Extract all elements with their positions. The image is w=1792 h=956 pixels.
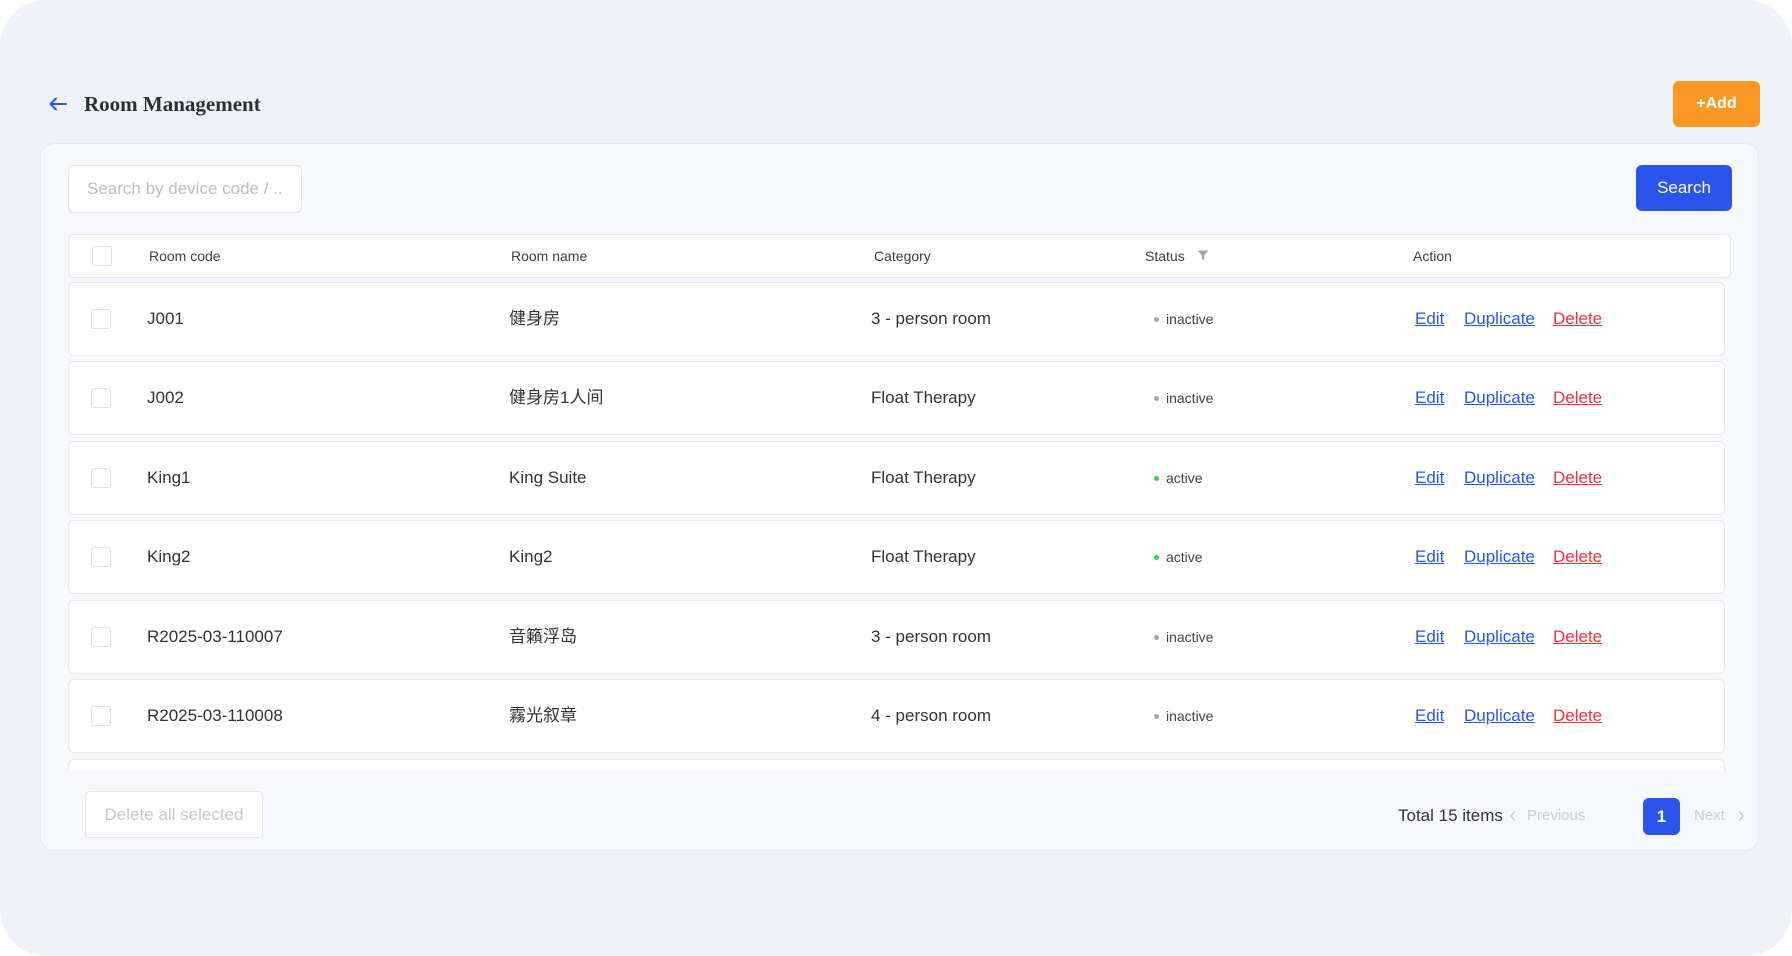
page-title: Room Management <box>84 91 261 116</box>
edit-link[interactable]: Edit <box>1415 362 1444 434</box>
delete-link[interactable]: Delete <box>1553 283 1602 355</box>
status-dot-icon <box>1154 395 1159 401</box>
status-badge: inactive <box>1154 680 1213 752</box>
status-dot-icon <box>1154 554 1159 560</box>
table-header: Room code Room name Category Status Acti… <box>68 234 1731 278</box>
room-name: King2 <box>509 547 553 566</box>
select-all-checkbox[interactable] <box>92 246 112 266</box>
room-code: J002 <box>147 388 184 407</box>
row-checkbox[interactable] <box>91 388 111 408</box>
room-code: R2025-03-110008 <box>147 706 283 725</box>
column-header-action: Action <box>1413 248 1452 264</box>
room-category: 3 - person room <box>871 627 991 646</box>
room-name: 音籟浮岛 <box>509 627 577 646</box>
room-code: King2 <box>147 547 191 566</box>
status-label: inactive <box>1166 311 1214 327</box>
back-arrow-icon[interactable] <box>46 92 70 116</box>
status-dot-icon <box>1154 634 1159 640</box>
column-header-room-name: Room name <box>511 248 588 264</box>
previous-label: Previous <box>1527 807 1586 824</box>
delete-link[interactable]: Delete <box>1553 601 1602 673</box>
page-number-current[interactable]: 1 <box>1643 798 1680 835</box>
room-code: R2025-03-110007 <box>147 627 283 646</box>
edit-link[interactable]: Edit <box>1415 680 1444 752</box>
previous-page-button[interactable]: Previous <box>1509 798 1585 834</box>
room-name: 健身房 <box>509 309 560 328</box>
room-code: King1 <box>147 468 191 487</box>
table-row-partial <box>68 759 1725 771</box>
edit-link[interactable]: Edit <box>1415 442 1444 514</box>
status-label: inactive <box>1166 390 1214 406</box>
table-row: R2025-03-110008 霧光叙章 4 - person room ina… <box>68 679 1725 753</box>
column-header-status-label: Status <box>1145 248 1185 264</box>
room-name: King Suite <box>509 468 587 487</box>
row-checkbox[interactable] <box>91 706 111 726</box>
delete-link[interactable]: Delete <box>1553 521 1602 593</box>
page-header: Room Management <box>46 84 261 124</box>
room-category: 4 - person room <box>871 706 991 725</box>
status-label: inactive <box>1166 629 1214 645</box>
add-button[interactable]: +Add <box>1673 81 1760 127</box>
room-category: 3 - person room <box>871 309 991 328</box>
duplicate-link[interactable]: Duplicate <box>1464 442 1535 514</box>
table-row: King1 King Suite Float Therapy active Ed… <box>68 441 1725 515</box>
chevron-right-icon <box>1738 810 1745 822</box>
next-page-button[interactable]: Next <box>1694 798 1745 834</box>
row-checkbox[interactable] <box>91 547 111 567</box>
room-category: Float Therapy <box>871 388 976 407</box>
status-badge: active <box>1154 442 1203 514</box>
status-badge: inactive <box>1154 362 1213 434</box>
search-input[interactable] <box>68 165 302 213</box>
room-code: J001 <box>147 309 184 328</box>
delete-link[interactable]: Delete <box>1553 362 1602 434</box>
total-items: Total 15 items <box>1398 806 1503 825</box>
status-badge: inactive <box>1154 601 1213 673</box>
content-card: Search Room code Room name Category Stat… <box>40 143 1759 851</box>
table-row: R2025-03-110007 音籟浮岛 3 - person room ina… <box>68 600 1725 674</box>
duplicate-link[interactable]: Duplicate <box>1464 362 1535 434</box>
status-badge: active <box>1154 521 1203 593</box>
status-label: active <box>1166 549 1203 565</box>
room-name: 霧光叙章 <box>509 706 577 725</box>
edit-link[interactable]: Edit <box>1415 521 1444 593</box>
delete-link[interactable]: Delete <box>1553 680 1602 752</box>
app-frame: Room Management +Add Search Room code Ro… <box>0 0 1792 956</box>
chevron-left-icon <box>1509 810 1516 822</box>
status-dot-icon <box>1154 475 1159 481</box>
duplicate-link[interactable]: Duplicate <box>1464 521 1535 593</box>
delete-all-selected-button[interactable]: Delete all selected <box>85 791 263 838</box>
status-dot-icon <box>1154 316 1159 322</box>
filter-icon[interactable] <box>1197 235 1209 277</box>
table-body: J001 健身房 3 - person room inactive Edit D… <box>68 282 1728 771</box>
status-label: active <box>1166 470 1203 486</box>
row-checkbox[interactable] <box>91 309 111 329</box>
duplicate-link[interactable]: Duplicate <box>1464 680 1535 752</box>
edit-link[interactable]: Edit <box>1415 283 1444 355</box>
duplicate-link[interactable]: Duplicate <box>1464 601 1535 673</box>
delete-link[interactable]: Delete <box>1553 442 1602 514</box>
table-row: J002 健身房1人间 Float Therapy inactive Edit … <box>68 361 1725 435</box>
search-button[interactable]: Search <box>1636 165 1732 211</box>
column-header-status: Status <box>1145 235 1209 277</box>
table-row: King2 King2 Float Therapy active Edit Du… <box>68 520 1725 594</box>
row-checkbox[interactable] <box>91 468 111 488</box>
next-label: Next <box>1694 807 1725 824</box>
status-label: inactive <box>1166 708 1214 724</box>
column-header-room-code: Room code <box>149 248 221 264</box>
column-header-category: Category <box>874 248 931 264</box>
status-dot-icon <box>1154 713 1159 719</box>
status-badge: inactive <box>1154 283 1213 355</box>
row-checkbox[interactable] <box>91 627 111 647</box>
room-name: 健身房1人间 <box>509 388 604 407</box>
room-category: Float Therapy <box>871 547 976 566</box>
duplicate-link[interactable]: Duplicate <box>1464 283 1535 355</box>
room-category: Float Therapy <box>871 468 976 487</box>
table-row: J001 健身房 3 - person room inactive Edit D… <box>68 282 1725 356</box>
edit-link[interactable]: Edit <box>1415 601 1444 673</box>
